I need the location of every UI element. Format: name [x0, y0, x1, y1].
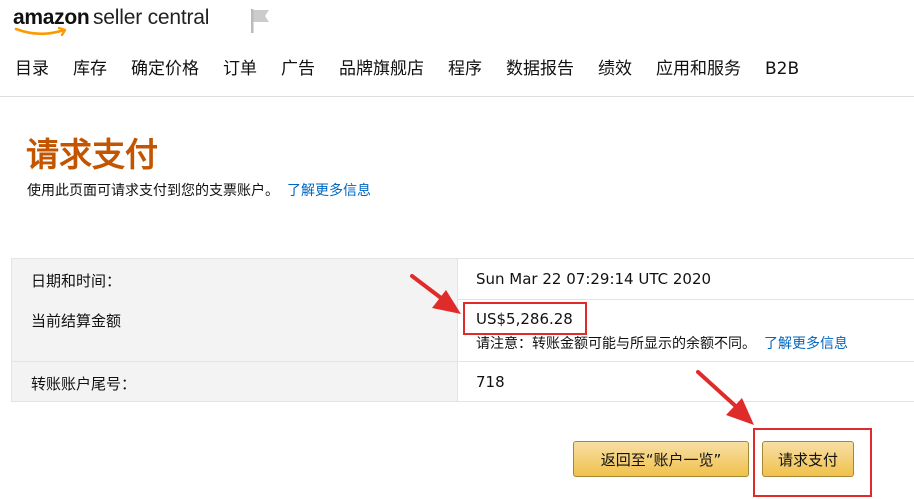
nav-programs[interactable]: 程序: [448, 57, 482, 83]
account-suffix-label: 转账账户尾号：: [31, 375, 137, 393]
row-date-time: 日期和时间： Sun Mar 22 07:29:14 UTC 2020: [11, 259, 914, 300]
page-description: 使用此页面可请求支付到您的支票账户。 了解更多信息: [27, 181, 371, 201]
nav-pricing[interactable]: 确定价格: [131, 57, 199, 83]
balance-learn-more-link[interactable]: 了解更多信息: [764, 336, 848, 352]
balance-highlight-box: [463, 302, 587, 335]
main-nav: 目录 库存 确定价格 订单 广告 品牌旗舰店 程序 数据报告 绩效 应用和服务 …: [15, 57, 799, 83]
request-button-highlight-box: [753, 428, 872, 497]
label-cell: 转账账户尾号：: [11, 362, 458, 401]
nav-orders[interactable]: 订单: [223, 57, 257, 83]
nav-performance[interactable]: 绩效: [598, 57, 632, 83]
date-time-value: Sun Mar 22 07:29:14 UTC 2020: [476, 270, 712, 288]
logo-seller-central-text: seller central: [93, 6, 210, 29]
flag-icon[interactable]: [248, 8, 272, 34]
page-title: 请求支付: [26, 135, 158, 174]
page-description-text: 使用此页面可请求支付到您的支票账户。: [27, 183, 279, 199]
back-to-account-summary-button[interactable]: 返回至“账户一览”: [573, 441, 749, 477]
nav-b2b[interactable]: B2B: [765, 57, 799, 83]
amazon-smile-icon: [14, 26, 67, 37]
account-suffix-value: 718: [476, 373, 505, 391]
balance-note: 请注意：转账金额可能与所显示的余额不同。 了解更多信息: [476, 333, 848, 353]
nav-inventory[interactable]: 库存: [73, 57, 107, 83]
nav-apps-services[interactable]: 应用和服务: [656, 57, 741, 83]
nav-reports[interactable]: 数据报告: [506, 57, 574, 83]
row-account-suffix: 转账账户尾号： 718: [11, 362, 914, 401]
label-cell: 日期和时间：: [11, 259, 458, 299]
nav-catalog[interactable]: 目录: [15, 57, 49, 83]
nav-stores[interactable]: 品牌旗舰店: [339, 57, 424, 83]
learn-more-link[interactable]: 了解更多信息: [287, 183, 371, 199]
balance-note-text: 请注意：转账金额可能与所显示的余额不同。: [476, 336, 756, 352]
top-header: amazon seller central 目录 库存 确定价格 订单 广告 品…: [0, 0, 914, 97]
label-cell: 当前结算金额: [11, 299, 458, 361]
date-time-label: 日期和时间：: [31, 272, 122, 290]
nav-advertising[interactable]: 广告: [281, 57, 315, 83]
current-balance-label: 当前结算金额: [31, 312, 122, 330]
